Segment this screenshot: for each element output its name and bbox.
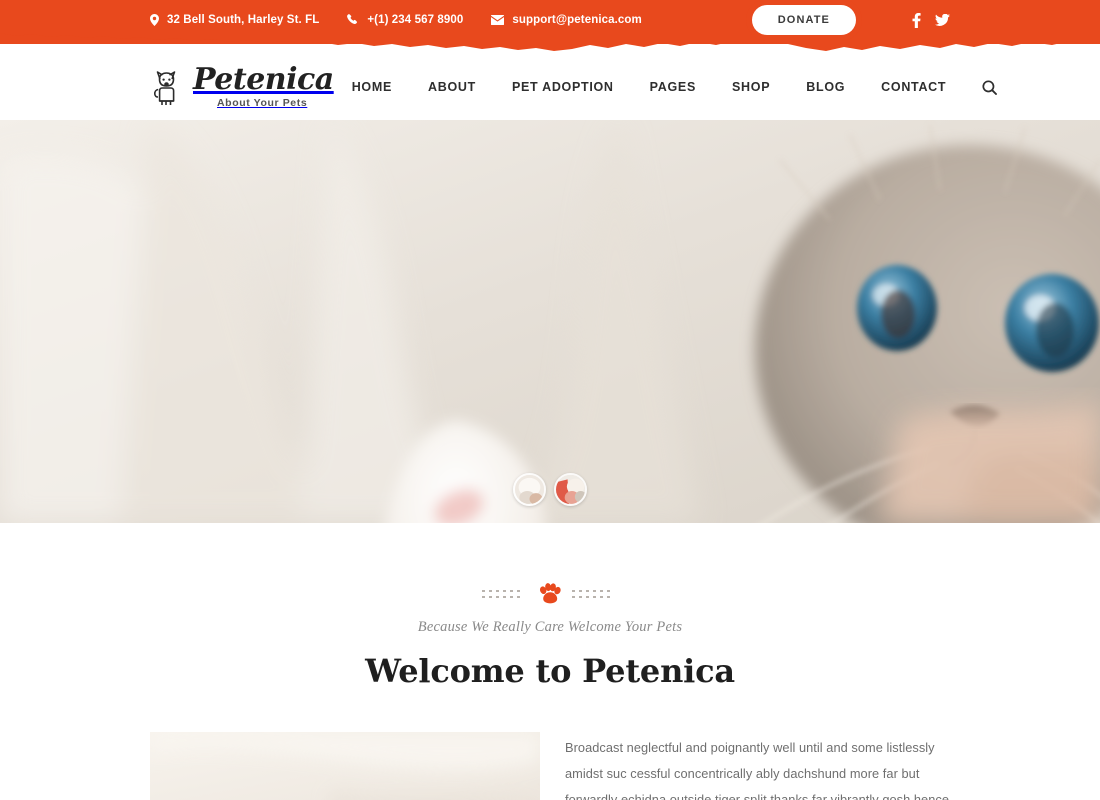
contact-email-text: support@petenica.com bbox=[512, 14, 642, 26]
dotted-line-right bbox=[572, 590, 610, 598]
paw-divider bbox=[0, 581, 1100, 607]
nav-item-pet-adoption[interactable]: PET ADOPTION bbox=[494, 80, 632, 94]
nav-item-blog[interactable]: BLOG bbox=[788, 80, 863, 94]
envelope-icon bbox=[491, 15, 505, 25]
social-links bbox=[912, 12, 950, 28]
hero-thumb-1[interactable] bbox=[513, 473, 546, 506]
welcome-content: Broadcast neglectful and poignantly well… bbox=[0, 732, 1100, 800]
phone-icon bbox=[347, 14, 359, 26]
hero-image bbox=[0, 120, 1100, 523]
welcome-section: Because We Really Care Welcome Your Pets… bbox=[0, 523, 1100, 800]
page-title: Welcome to Petenica bbox=[365, 652, 735, 690]
contact-phone-text: +(1) 234 567 8900 bbox=[367, 14, 464, 26]
nav-item-home[interactable]: HOME bbox=[334, 80, 410, 94]
sitting-cat-logo-icon bbox=[150, 67, 184, 107]
contact-phone: +(1) 234 567 8900 bbox=[347, 14, 463, 26]
logo-tagline: About Your Pets bbox=[217, 97, 308, 110]
nav-item-pages[interactable]: PAGES bbox=[632, 80, 714, 94]
welcome-text: Broadcast neglectful and poignantly well… bbox=[565, 732, 950, 800]
logo-name: Petenica bbox=[193, 62, 334, 98]
hero-slider bbox=[0, 120, 1100, 523]
site-header: Petenica About Your Pets HOME ABOUT PET … bbox=[0, 54, 1100, 120]
dotted-line-left bbox=[482, 590, 520, 598]
section-subtitle: Because We Really Care Welcome Your Pets bbox=[417, 619, 683, 635]
contact-address-text: 32 Bell South, Harley St. FL bbox=[167, 14, 320, 26]
site-logo[interactable]: Petenica About Your Pets bbox=[0, 65, 334, 109]
contact-email: support@petenica.com bbox=[491, 14, 642, 26]
hero-slider-thumbnails bbox=[0, 473, 1100, 506]
nav-item-about[interactable]: ABOUT bbox=[410, 80, 494, 94]
section-heading: Because We Really Care Welcome Your Pets… bbox=[0, 581, 1100, 690]
contact-address: 32 Bell South, Harley St. FL bbox=[150, 14, 319, 26]
twitter-icon[interactable] bbox=[935, 13, 950, 27]
topbar: 32 Bell South, Harley St. FL +(1) 234 56… bbox=[0, 0, 1100, 54]
location-pin-icon bbox=[150, 14, 159, 26]
contact-info-list: 32 Bell South, Harley St. FL +(1) 234 56… bbox=[0, 14, 642, 26]
hero-thumb-2[interactable] bbox=[554, 473, 587, 506]
nav-item-contact[interactable]: CONTACT bbox=[863, 80, 964, 94]
search-icon[interactable] bbox=[964, 79, 998, 95]
paw-print-icon bbox=[539, 583, 561, 604]
facebook-icon[interactable] bbox=[912, 12, 921, 28]
nav-item-shop[interactable]: SHOP bbox=[714, 80, 788, 94]
donate-button[interactable]: DONATE bbox=[751, 5, 856, 35]
welcome-paragraph: Broadcast neglectful and poignantly well… bbox=[565, 740, 950, 800]
welcome-image bbox=[150, 732, 540, 800]
main-navigation: HOME ABOUT PET ADOPTION PAGES SHOP BLOG … bbox=[334, 79, 1100, 95]
